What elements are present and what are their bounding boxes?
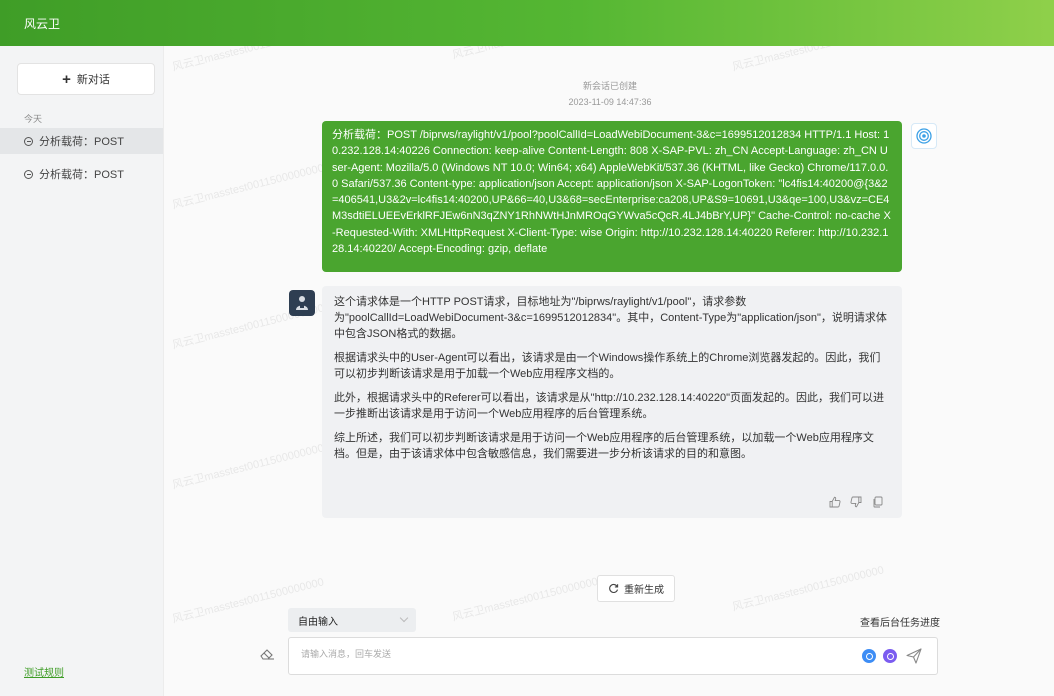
plugin-blue-icon[interactable] — [862, 649, 876, 663]
input-mode-value: 自由输入 — [298, 616, 338, 628]
refresh-icon — [609, 583, 619, 593]
history-item[interactable]: 分析载荷：POST — [0, 161, 163, 187]
regenerate-button[interactable]: 重新生成 — [597, 575, 675, 602]
bot-avatar — [289, 290, 315, 316]
session-created-time: 2023-11-09 14:47:36 — [568, 97, 652, 107]
user-avatar — [911, 123, 937, 149]
session-created-note: 新会话已创建 — [582, 81, 637, 91]
chevron-down-icon — [399, 613, 409, 623]
thumbs-down-icon[interactable] — [850, 496, 862, 508]
plus-icon: + — [62, 70, 71, 88]
regenerate-label: 重新生成 — [624, 585, 664, 596]
bot-message: 这个请求体是一个HTTP POST请求，目标地址为"/biprws/raylig… — [322, 286, 902, 518]
bot-paragraph: 根据请求头中的User-Agent可以看出，该请求是由一个Windows操作系统… — [334, 352, 881, 380]
bot-paragraph: 综上所述，我们可以初步判断该请求是用于访问一个Web应用程序的后台管理系统，以加… — [334, 432, 874, 460]
task-progress-link[interactable]: 查看后台任务进度 — [860, 614, 940, 629]
watermark: 风云卫masstest0011500000000 — [171, 162, 326, 212]
sidebar: + 新对话 今天 分析载荷：POST 分析载荷：POST 测试规则 — [0, 46, 164, 696]
watermark: 风云卫masstest0011500000000 — [731, 564, 886, 614]
input-mode-select[interactable]: 自由输入 — [288, 608, 416, 632]
test-rules-link[interactable]: 测试规则 — [24, 664, 64, 679]
bot-paragraph: 这个请求体是一个HTTP POST请求，目标地址为"/biprws/raylig… — [334, 296, 887, 340]
history-item-label: 分析载荷：POST — [39, 169, 124, 181]
top-bar: 风云卫 — [0, 0, 1054, 46]
plugin-purple-icon[interactable] — [883, 649, 897, 663]
watermark: 风云卫masstest0011500000000 — [171, 442, 326, 492]
chat-bubble-icon — [24, 136, 33, 146]
watermark: 风云卫masstest0011500000000 — [451, 574, 606, 624]
new-chat-button[interactable]: + 新对话 — [17, 63, 155, 95]
eraser-icon[interactable] — [258, 645, 276, 663]
copy-icon[interactable] — [872, 496, 884, 508]
robot-icon — [296, 296, 308, 310]
send-icon[interactable] — [905, 647, 923, 665]
new-chat-label: 新对话 — [76, 74, 110, 86]
history-item-label: 分析载荷：POST — [39, 136, 124, 148]
chat-bubble-icon — [24, 169, 33, 179]
user-message: 分析载荷：POST /biprws/raylight/v1/pool?poolC… — [322, 121, 902, 272]
thumbs-up-icon[interactable] — [829, 496, 841, 508]
app-title: 风云卫 — [24, 17, 61, 31]
today-section-label: 今天 — [24, 114, 43, 124]
bot-paragraph: 此外，根据请求头中的Referer可以看出，该请求是从"http://10.23… — [334, 392, 884, 420]
message-input[interactable] — [299, 648, 823, 660]
target-icon — [916, 128, 932, 144]
message-input-box — [288, 637, 938, 675]
history-item[interactable]: 分析载荷：POST — [0, 128, 163, 154]
